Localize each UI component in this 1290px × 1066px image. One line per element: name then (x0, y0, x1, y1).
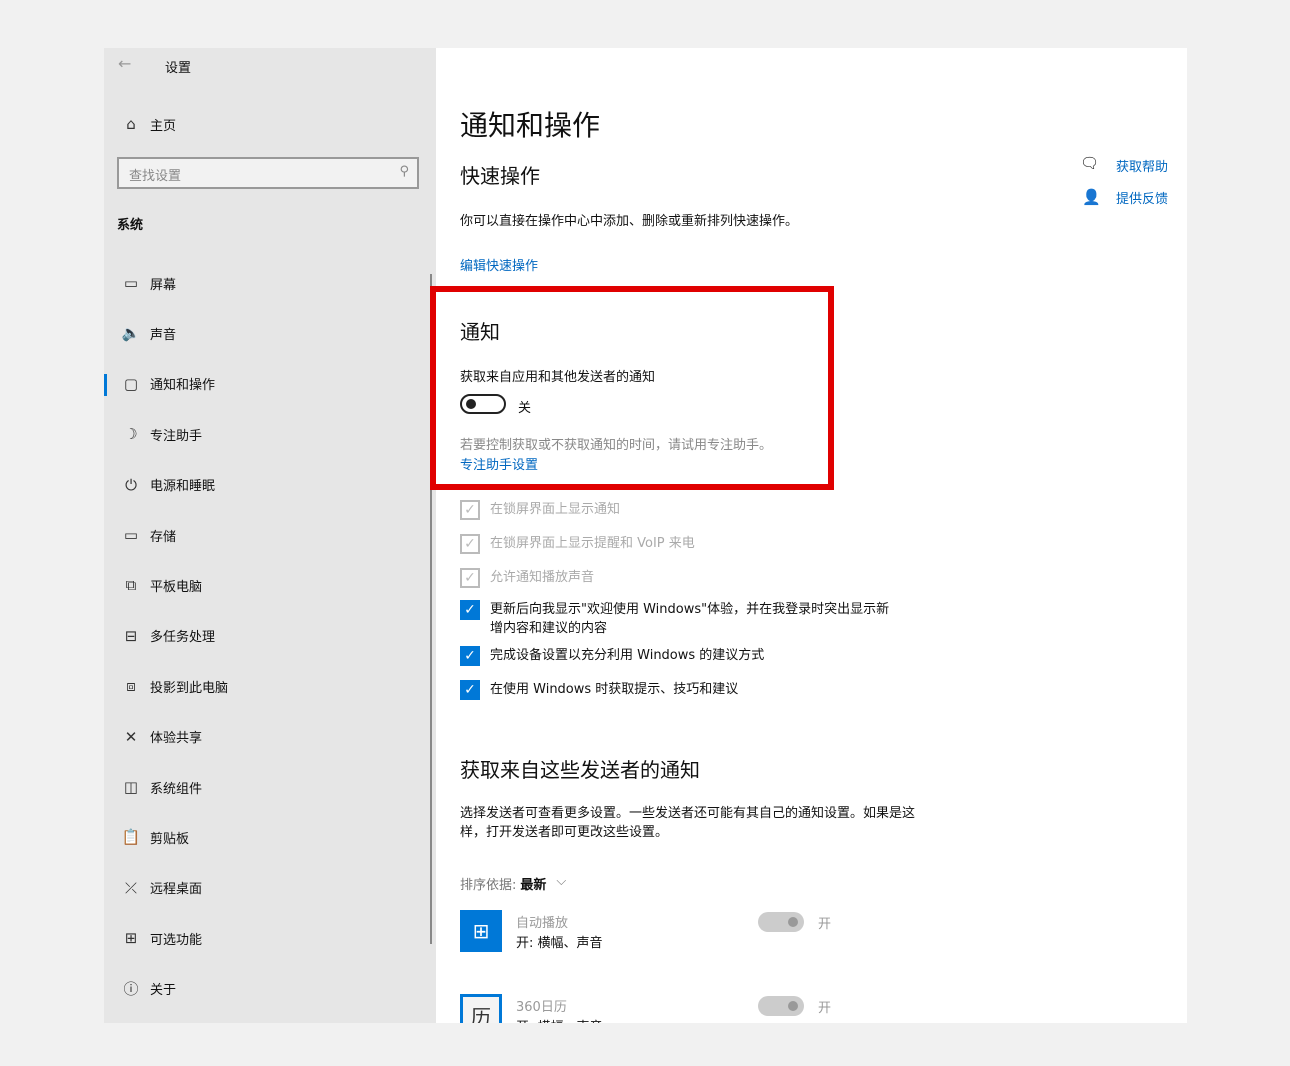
checkmark-icon: ✓ (460, 568, 480, 588)
checkmark-icon: ✓ (460, 646, 480, 666)
sidebar-item-power[interactable]: ⏻ 电源和睡眠 (104, 465, 436, 505)
chevron-down-icon: ⌵ (556, 874, 567, 889)
clipboard-icon: 📋 (121, 828, 141, 847)
feedback-icon: 👤 (1082, 188, 1101, 206)
multitask-icon: ⊟ (124, 626, 138, 645)
page-title: 通知和操作 (460, 109, 601, 142)
search-icon: ⚲ (399, 164, 409, 179)
app-icon: 历 (460, 994, 502, 1023)
checkbox-item[interactable]: ✓ 更新后向我显示"欢迎使用 Windows"体验，并在我登录时突出显示新增内容和… (460, 600, 900, 638)
sidebar-item-monitor[interactable]: ▭ 屏幕 (104, 263, 436, 303)
sidebar-item-tablet[interactable]: ⧉ 平板电脑 (104, 565, 436, 605)
settings-window: ← 设置 ⌂ 主页 查找设置 ⚲ 系统 ▭ 屏幕 🔈 声音 ▢ 通知和操作 ☽ 专注助手 ⏻ 电源和… (104, 48, 1187, 1023)
sidebar-item-info[interactable]: ⓘ 关于 (104, 969, 436, 1009)
app-icon: ⊞ (460, 910, 502, 952)
content-pane: 通知和操作 快速操作 你可以直接在操作中心中添加、删除或重新排列快速操作。 编辑… (430, 48, 1187, 1023)
sender-toggle[interactable] (758, 912, 804, 932)
checkbox-item[interactable]: ✓ 在锁屏界面上显示提醒和 VoIP 来电 (460, 534, 900, 554)
power-icon: ⏻ (125, 475, 137, 494)
sidebar-item-storage[interactable]: ▭ 存储 (104, 515, 436, 555)
edit-quick-actions-link[interactable]: 编辑快速操作 (460, 255, 538, 274)
sidebar-item-clipboard[interactable]: 📋 剪贴板 (104, 817, 436, 857)
share-icon: ✕ (124, 727, 138, 746)
sidebar-home[interactable]: ⌂ 主页 (104, 104, 436, 144)
sidebar-item-moon[interactable]: ☽ 专注助手 (104, 414, 436, 454)
senders-heading: 获取来自这些发送者的通知 (460, 758, 700, 782)
monitor-icon: ▭ (123, 274, 139, 292)
message-icon: ▢ (123, 374, 139, 393)
senders-desc: 选择发送者可查看更多设置。一些发送者还可能有其自己的通知设置。如果是这样，打开发… (460, 806, 916, 840)
project-icon: ⧈ (126, 677, 136, 696)
section-heading: 系统 (117, 218, 144, 233)
sidebar: ← 设置 ⌂ 主页 查找设置 ⚲ 系统 ▭ 屏幕 🔈 声音 ▢ 通知和操作 ☽ 专注助手 ⏻ 电源和… (104, 48, 436, 1023)
search-input[interactable]: 查找设置 ⚲ (117, 157, 419, 189)
quick-actions-desc: 你可以直接在操作中心中添加、删除或重新排列快速操作。 (460, 214, 799, 229)
sidebar-item-multitask[interactable]: ⊟ 多任务处理 (104, 616, 436, 656)
sidebar-item-message[interactable]: ▢ 通知和操作 (104, 364, 436, 404)
checkbox-item[interactable]: ✓ 在使用 Windows 时获取提示、技巧和建议 (460, 680, 900, 700)
back-arrow-icon[interactable]: ← (118, 54, 131, 73)
speaker-icon: 🔈 (121, 324, 141, 343)
checkbox-item[interactable]: ✓ 在锁屏界面上显示通知 (460, 500, 900, 520)
sort-dropdown[interactable]: 排序依据: 最新 ⌵ (460, 874, 566, 893)
checkbox-item[interactable]: ✓ 完成设备设置以充分利用 Windows 的建议方式 (460, 646, 900, 666)
checkmark-icon: ✓ (460, 600, 480, 620)
help-icon: 🗨 (1080, 154, 1100, 172)
feedback-link[interactable]: 提供反馈 (1116, 188, 1168, 207)
checkmark-icon: ✓ (460, 534, 480, 554)
sender-row[interactable]: ⊞ 自动播放 开: 横幅、声音 开 (460, 910, 840, 960)
sidebar-item-speaker[interactable]: 🔈 声音 (104, 313, 436, 353)
checkbox-item[interactable]: ✓ 允许通知播放声音 (460, 568, 900, 588)
window-title: 设置 (165, 61, 192, 76)
info-icon: ⓘ (123, 980, 139, 999)
remote-icon: ⤫ (124, 878, 137, 897)
components-icon: ◫ (123, 778, 139, 796)
sidebar-item-share[interactable]: ✕ 体验共享 (104, 717, 436, 757)
highlight-box (430, 286, 834, 490)
features-icon: ⊞ (124, 929, 138, 948)
quick-actions-heading: 快速操作 (460, 164, 540, 188)
tablet-icon: ⧉ (125, 576, 137, 595)
get-help-link[interactable]: 获取帮助 (1116, 156, 1168, 175)
sidebar-item-project[interactable]: ⧈ 投影到此电脑 (104, 666, 436, 706)
checkmark-icon: ✓ (460, 680, 480, 700)
checkmark-icon: ✓ (460, 500, 480, 520)
sidebar-item-remote[interactable]: ⤫ 远程桌面 (104, 868, 436, 908)
storage-icon: ▭ (123, 526, 139, 544)
home-icon: ⌂ (126, 115, 136, 133)
sender-row[interactable]: 历 360日历 开: 横幅、声音 开 (460, 994, 840, 1023)
moon-icon: ☽ (124, 425, 138, 444)
sidebar-item-components[interactable]: ◫ 系统组件 (104, 767, 436, 807)
sender-toggle[interactable] (758, 996, 804, 1016)
sidebar-item-features[interactable]: ⊞ 可选功能 (104, 918, 436, 958)
